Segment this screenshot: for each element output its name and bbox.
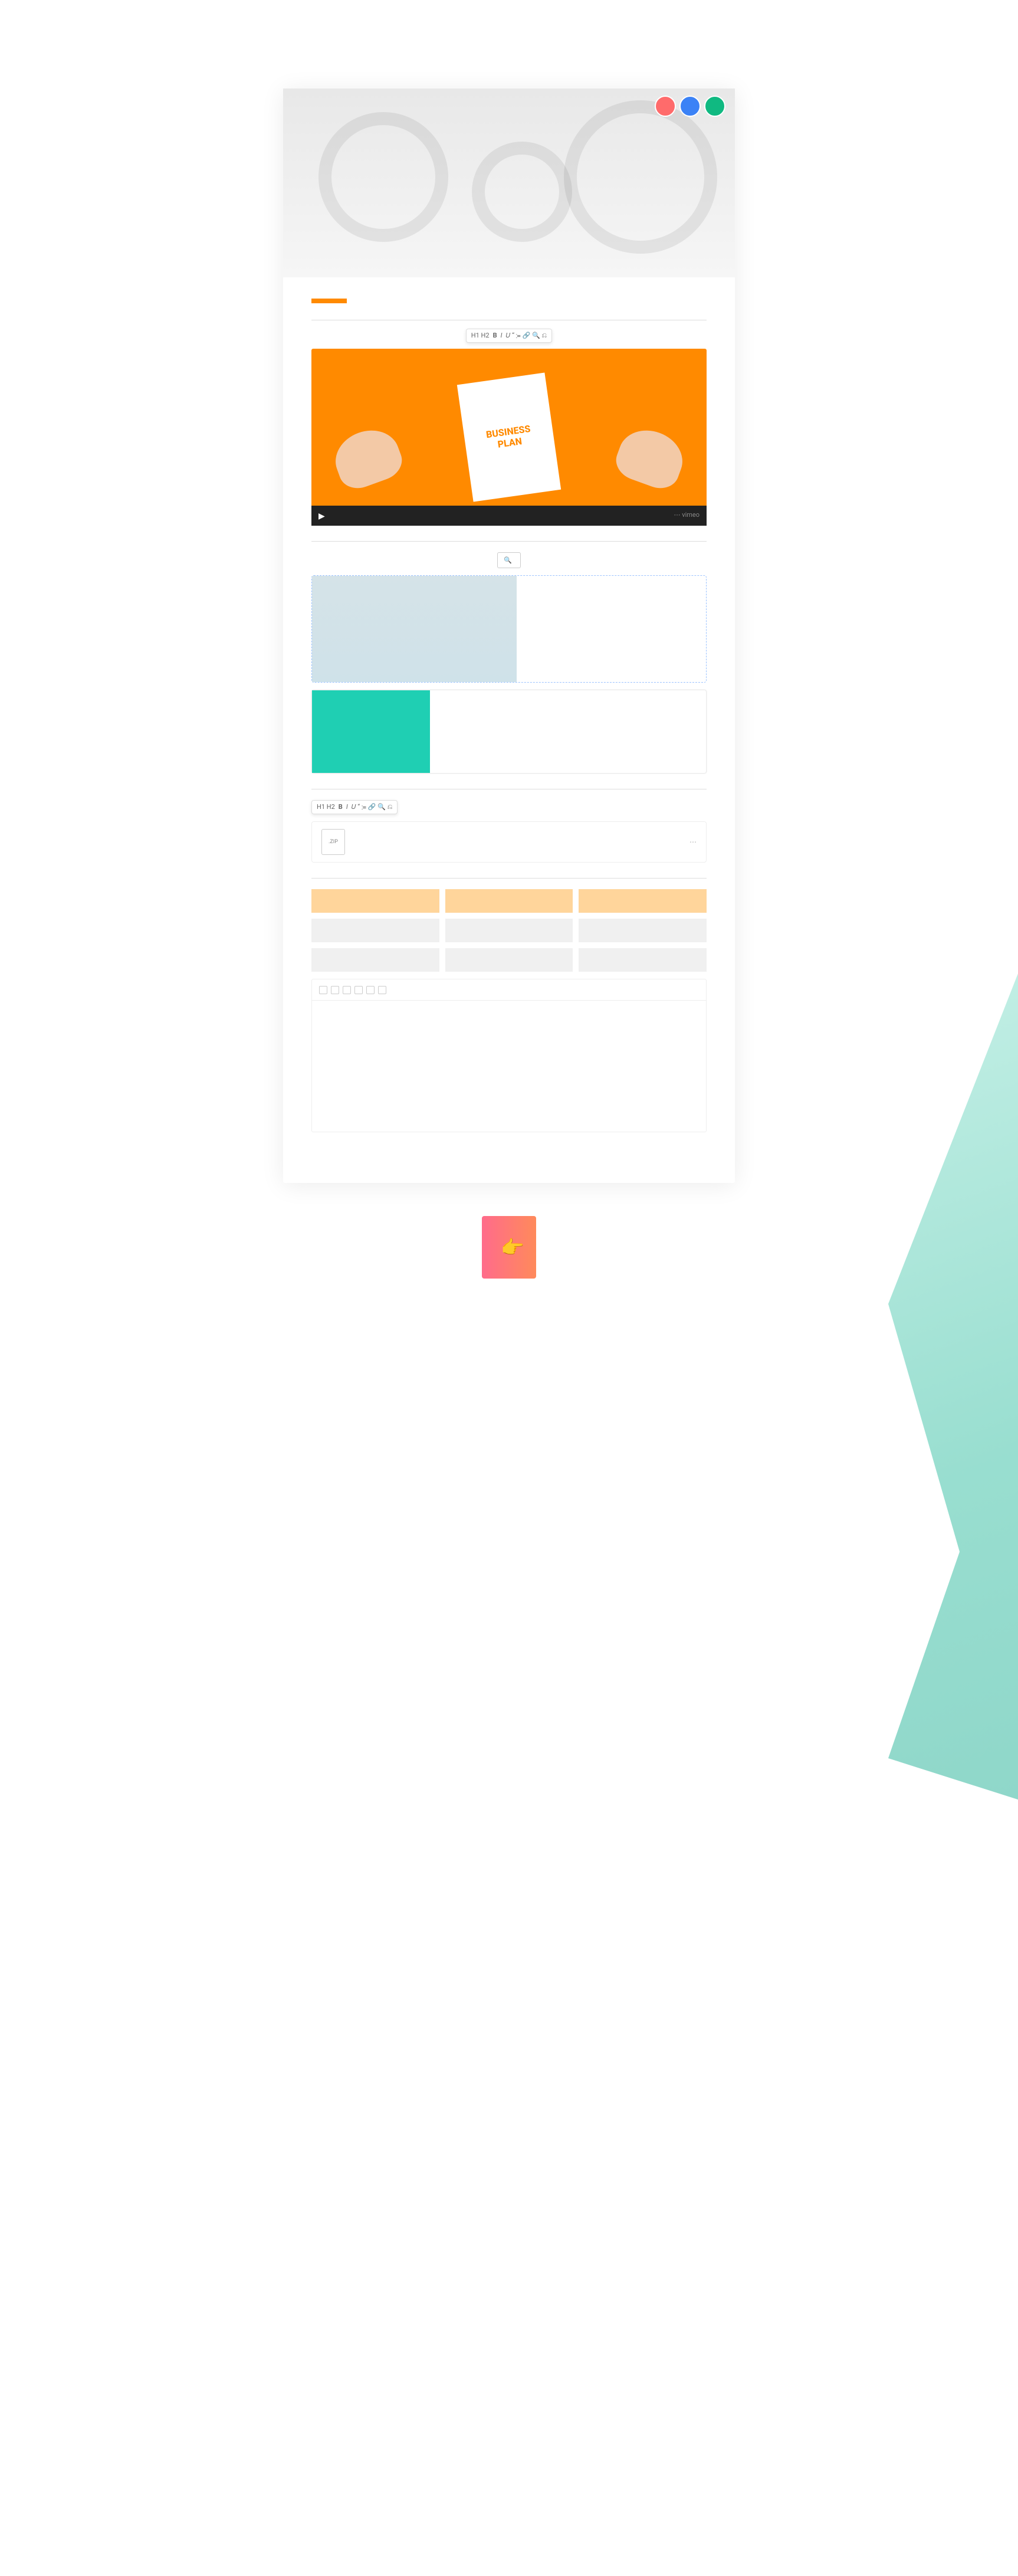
image-text-panel bbox=[311, 575, 707, 683]
link-preview[interactable] bbox=[311, 690, 707, 774]
avatar[interactable] bbox=[679, 96, 701, 117]
search-icon: 🔍 bbox=[504, 556, 512, 564]
collaborator-avatars bbox=[655, 96, 725, 117]
zip-icon: .ZIP bbox=[321, 829, 345, 855]
avatar[interactable] bbox=[704, 96, 725, 117]
doc-hero-image bbox=[283, 89, 735, 277]
sample-document: H1 H2 B I 𝑈 “ ≔ 🔗 🔍 ⎌ BUSINESSPLAN ▶ ⋯ v… bbox=[283, 89, 735, 1183]
play-icon[interactable]: ▶ bbox=[318, 512, 325, 521]
spreadsheet-embed[interactable] bbox=[311, 979, 707, 1132]
video-source: ⋯ vimeo bbox=[674, 511, 700, 519]
embedded-video[interactable]: BUSINESSPLAN ▶ ⋯ vimeo bbox=[311, 349, 707, 526]
interlink-search[interactable]: 🔍 bbox=[497, 552, 521, 568]
cta-button[interactable]: 👉 bbox=[482, 1216, 536, 1279]
attached-file[interactable]: .ZIP ⋯ bbox=[311, 821, 707, 863]
sheet-toolbar[interactable] bbox=[312, 979, 706, 1001]
text-toolbar[interactable]: H1 H2 B I 𝑈 “ ≔ 🔗 🔍 ⎌ bbox=[311, 800, 398, 814]
text-toolbar[interactable]: H1 H2 B I 𝑈 “ ≔ 🔗 🔍 ⎌ bbox=[466, 329, 552, 343]
pointing-hand-icon: 👉 bbox=[501, 1237, 524, 1258]
avatar[interactable] bbox=[655, 96, 676, 117]
more-icon[interactable]: ⋯ bbox=[689, 838, 697, 846]
comp-grid bbox=[311, 889, 707, 972]
